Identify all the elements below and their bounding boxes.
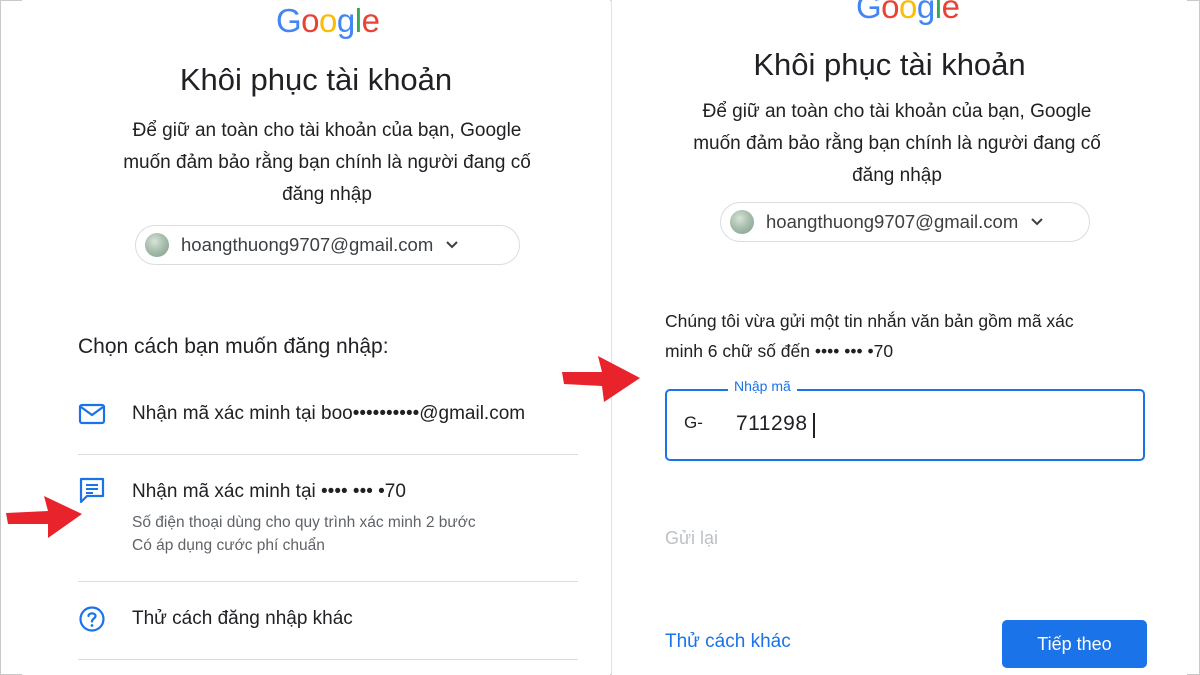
account-chip[interactable]: hoangthuong9707@gmail.com bbox=[135, 225, 520, 265]
option-email-code[interactable]: Nhận mã xác minh tại boo••••••••••@gmail… bbox=[78, 395, 578, 450]
mail-icon bbox=[78, 403, 106, 425]
code-prefix: G- bbox=[684, 413, 703, 432]
option-label: Nhận mã xác minh tại •••• ••• •70 bbox=[132, 481, 406, 502]
text-caret bbox=[813, 413, 815, 438]
sms-sent-message: Chúng tôi vừa gửi một tin nhắn văn bản g… bbox=[665, 311, 1074, 361]
avatar bbox=[145, 233, 169, 257]
account-email: hoangthuong9707@gmail.com bbox=[181, 234, 434, 255]
chevron-down-icon bbox=[446, 241, 458, 249]
left-panel: Google Khôi phục tài khoản Để giữ an toà… bbox=[22, 0, 610, 675]
option-label: Nhận mã xác minh tại boo••••••••••@gmail… bbox=[132, 403, 526, 424]
help-circle-icon bbox=[79, 606, 105, 632]
option-description: Số điện thoại dùng cho quy trình xác min… bbox=[132, 514, 476, 531]
option-try-another[interactable]: Thử cách đăng nhập khác bbox=[78, 598, 578, 648]
page-subtitle: Để giữ an toàn cho tài khoản của bạn, Go… bbox=[693, 101, 1101, 186]
red-arrow-icon bbox=[562, 356, 640, 402]
google-logo: Google bbox=[856, 0, 960, 25]
right-panel: Google Khôi phục tài khoản Để giữ an toà… bbox=[612, 0, 1187, 675]
resend-link[interactable]: Gửi lại bbox=[665, 528, 718, 549]
next-button[interactable]: Tiếp theo bbox=[1002, 620, 1147, 668]
section-heading: Chọn cách bạn muốn đăng nhập: bbox=[78, 335, 389, 358]
google-logo: Google bbox=[276, 2, 380, 39]
divider bbox=[78, 454, 578, 455]
account-chip[interactable]: hoangthuong9707@gmail.com bbox=[720, 202, 1090, 242]
try-another-way-link[interactable]: Thử cách khác bbox=[665, 631, 791, 653]
divider bbox=[78, 581, 578, 582]
chevron-down-icon bbox=[1031, 218, 1043, 226]
page-subtitle: Để giữ an toàn cho tài khoản của bạn, Go… bbox=[123, 120, 531, 205]
red-arrow-icon bbox=[6, 496, 82, 538]
option-sms-code[interactable]: Nhận mã xác minh tại •••• ••• •70 Số điệ… bbox=[78, 470, 578, 570]
option-note: Có áp dụng cước phí chuẩn bbox=[132, 537, 325, 554]
code-input[interactable] bbox=[736, 409, 1036, 439]
page-title: Khôi phục tài khoản bbox=[179, 62, 453, 97]
avatar bbox=[730, 210, 754, 234]
divider bbox=[78, 659, 578, 660]
code-field-label: Nhập mã bbox=[728, 378, 797, 394]
account-email: hoangthuong9707@gmail.com bbox=[766, 211, 1019, 232]
option-label: Thử cách đăng nhập khác bbox=[132, 608, 353, 629]
page-title: Khôi phục tài khoản bbox=[753, 47, 1026, 82]
